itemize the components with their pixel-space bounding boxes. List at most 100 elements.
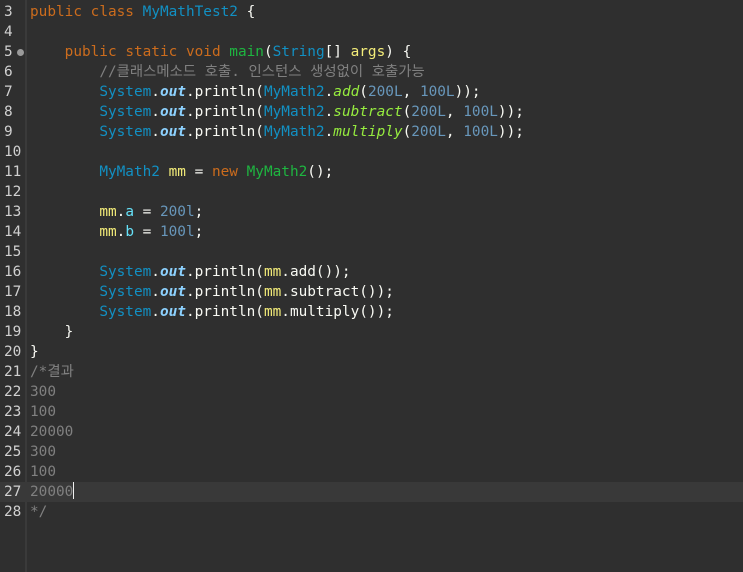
code-token: MyMath2	[246, 164, 308, 180]
code-text[interactable]: 20000	[30, 422, 73, 442]
code-token: out	[159, 104, 186, 120]
code-line[interactable]: 5 public static void main(String[] args)…	[0, 42, 743, 62]
code-token: System	[99, 104, 152, 120]
code-token: .	[116, 224, 126, 240]
code-token: 100	[30, 404, 56, 420]
code-token: 100l	[159, 224, 195, 240]
code-token: out	[159, 84, 186, 100]
line-number: 10	[4, 144, 22, 160]
fold-marker-icon[interactable]	[17, 49, 24, 56]
code-token: MyMathTest2	[142, 4, 238, 20]
code-token: out	[159, 284, 186, 300]
code-text[interactable]: System.out.println(mm.multiply());	[30, 302, 394, 322]
code-token: (	[263, 44, 273, 60]
code-text[interactable]: 300	[30, 382, 56, 402]
code-text[interactable]: public static void main(String[] args) {	[30, 42, 412, 62]
code-token: 100	[30, 464, 56, 480]
line-number: 26	[4, 464, 22, 480]
code-line[interactable]: 19 }	[0, 322, 743, 342]
code-text[interactable]: System.out.println(mm.subtract());	[30, 282, 394, 302]
code-text[interactable]: mm.b = 100l;	[30, 222, 203, 242]
code-line[interactable]: 22 300	[0, 382, 743, 402]
code-line[interactable]: 4	[0, 22, 743, 42]
code-text[interactable]: }	[30, 322, 74, 342]
code-token: .	[151, 304, 160, 320]
code-line[interactable]: 28 */	[0, 502, 743, 522]
code-token: ));	[497, 124, 524, 140]
line-number: 22	[4, 384, 22, 400]
code-line[interactable]: 24 20000	[0, 422, 743, 442]
code-line[interactable]: 11 MyMath2 mm = new MyMath2();	[0, 162, 743, 182]
code-text[interactable]: mm.a = 200l;	[30, 202, 203, 222]
code-token: //클래스메소드 호출. 인스턴스 생성없이 호출가능	[99, 64, 425, 80]
code-line[interactable]: 7 System.out.println(MyMath2.add(200L, 1…	[0, 82, 743, 102]
code-token: void	[185, 44, 221, 60]
code-text[interactable]: System.out.println(MyMath2.multiply(200L…	[30, 122, 524, 142]
code-token: (	[402, 124, 412, 140]
code-text[interactable]: 300	[30, 442, 56, 462]
code-line[interactable]: 21 /*결과	[0, 362, 743, 382]
code-token: static	[125, 44, 178, 60]
line-number: 13	[4, 204, 22, 220]
line-number: 3	[4, 4, 13, 20]
code-line[interactable]: 10	[0, 142, 743, 162]
code-line[interactable]: 27 20000	[0, 482, 743, 502]
code-token: args	[350, 44, 386, 60]
line-number: 25	[4, 444, 22, 460]
code-token: []	[324, 44, 351, 60]
code-line[interactable]: 20}	[0, 342, 743, 362]
code-line[interactable]: 13 mm.a = 200l;	[0, 202, 743, 222]
code-line[interactable]: 6 //클래스메소드 호출. 인스턴스 생성없이 호출가능	[0, 62, 743, 82]
code-token: =	[185, 164, 212, 180]
code-text[interactable]: /*결과	[30, 362, 74, 382]
code-token: 200L	[411, 104, 446, 120]
code-token: .println(	[185, 284, 264, 300]
code-text[interactable]: 100	[30, 462, 56, 482]
code-line[interactable]: 23 100	[0, 402, 743, 422]
code-token: ();	[307, 164, 334, 180]
code-text[interactable]: //클래스메소드 호출. 인스턴스 생성없이 호출가능	[30, 62, 425, 82]
code-token: }	[30, 344, 39, 360]
code-line[interactable]: 14 mm.b = 100l;	[0, 222, 743, 242]
code-text[interactable]: */	[30, 502, 47, 522]
code-token: out	[159, 264, 186, 280]
code-line[interactable]: 15	[0, 242, 743, 262]
code-text[interactable]: public class MyMathTest2 {	[30, 2, 255, 22]
code-text[interactable]: System.out.println(MyMath2.subtract(200L…	[30, 102, 524, 122]
code-text[interactable]: System.out.println(MyMath2.add(200L, 100…	[30, 82, 480, 102]
code-token: .println(	[185, 304, 264, 320]
line-number: 23	[4, 404, 22, 420]
line-number: 16	[4, 264, 22, 280]
code-text[interactable]: }	[30, 342, 39, 362]
code-line[interactable]: 3 public class MyMathTest2 {	[0, 2, 743, 22]
code-line[interactable]: 8 System.out.println(MyMath2.subtract(20…	[0, 102, 743, 122]
code-line[interactable]: 26 100	[0, 462, 743, 482]
line-number: 24	[4, 424, 22, 440]
line-number: 6	[4, 64, 13, 80]
code-text[interactable]: System.out.println(mm.add());	[30, 262, 350, 282]
code-editor[interactable]: 3 public class MyMathTest2 {4 5 public sta…	[0, 0, 743, 572]
code-text[interactable]: 20000	[30, 482, 75, 502]
code-token: System	[99, 124, 152, 140]
code-text[interactable]: MyMath2 mm = new MyMath2();	[30, 162, 333, 182]
code-token: .subtract());	[281, 284, 394, 300]
code-line[interactable]: 16 System.out.println(mm.add());	[0, 262, 743, 282]
code-token: ;	[194, 224, 204, 240]
code-token: System	[99, 264, 152, 280]
code-token: 100L	[463, 124, 498, 140]
code-token: mm	[263, 284, 282, 300]
line-number: 12	[4, 184, 22, 200]
code-token: 200L	[367, 84, 403, 100]
code-line[interactable]: 17 System.out.println(mm.subtract());	[0, 282, 743, 302]
line-number: 7	[4, 84, 13, 100]
code-text[interactable]: 100	[30, 402, 56, 422]
code-line[interactable]: 12	[0, 182, 743, 202]
code-token: MyMath2	[99, 164, 160, 180]
code-line[interactable]: 18 System.out.println(mm.multiply());	[0, 302, 743, 322]
code-line[interactable]: 25 300	[0, 442, 743, 462]
code-line[interactable]: 9 System.out.println(MyMath2.multiply(20…	[0, 122, 743, 142]
code-token: ) {	[385, 44, 412, 60]
